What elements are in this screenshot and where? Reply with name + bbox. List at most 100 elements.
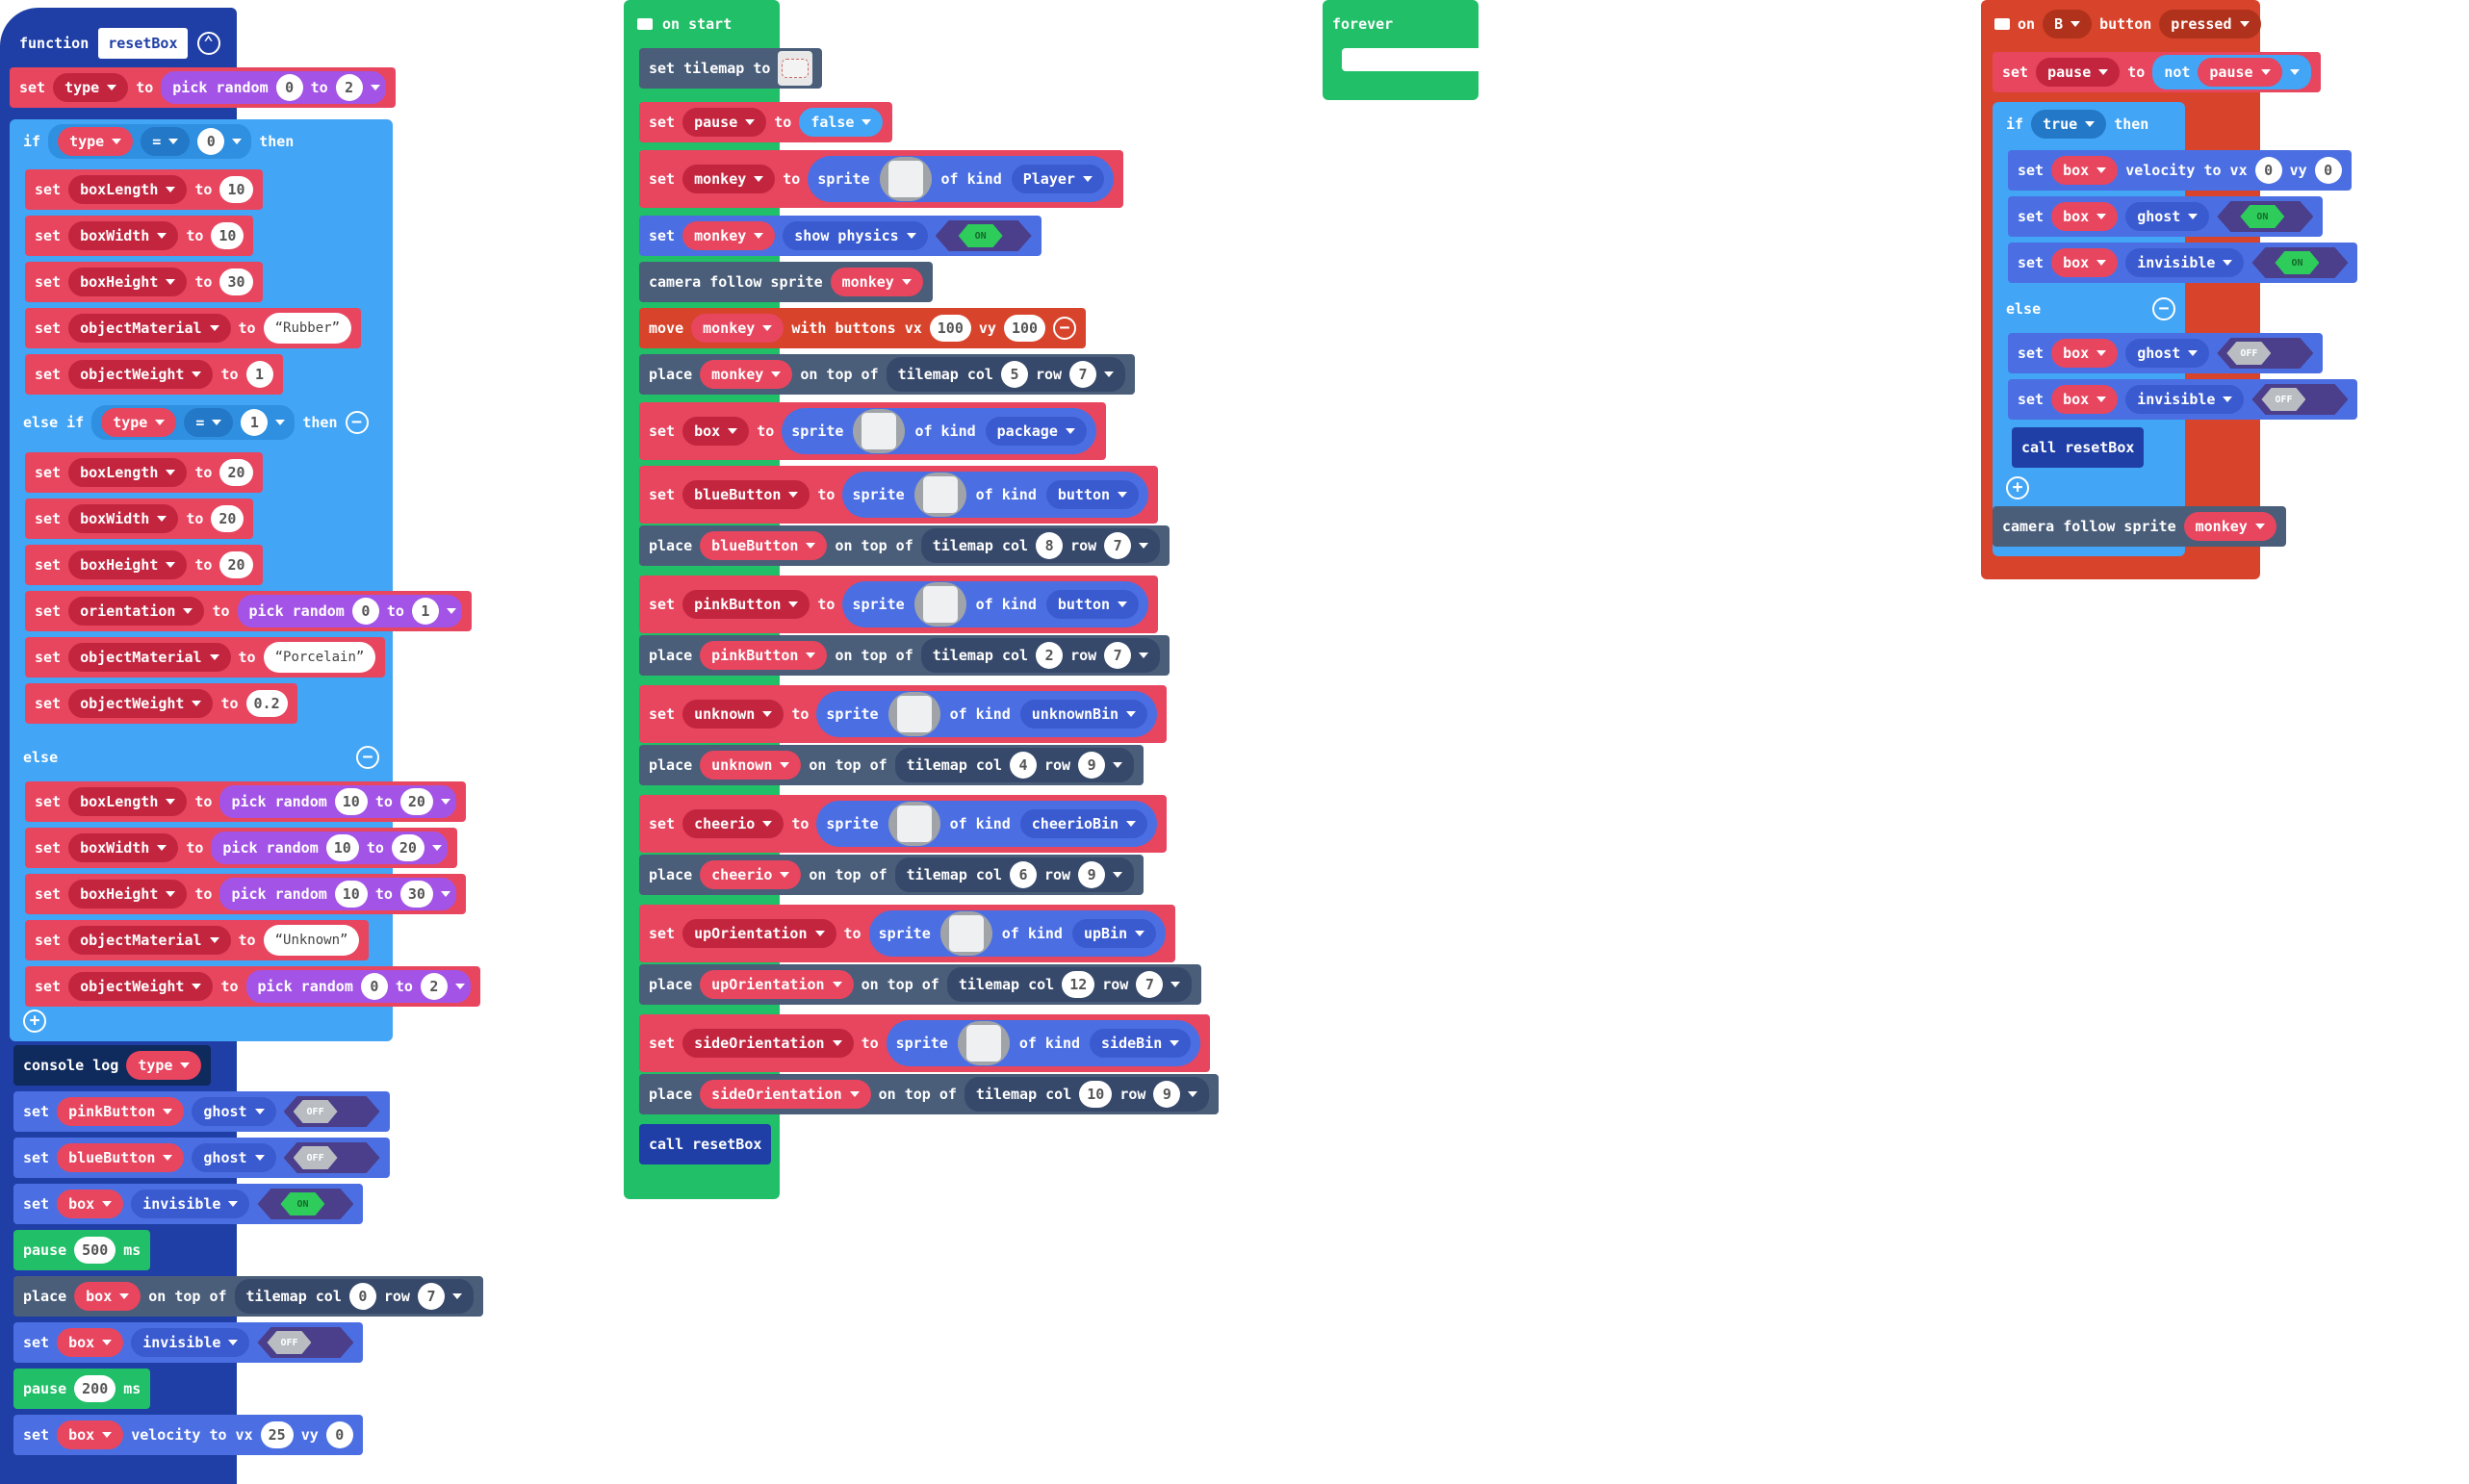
sprite-image-picker[interactable]	[913, 582, 966, 627]
variable-dropdown[interactable]: pinkButton	[700, 641, 828, 670]
variable-dropdown[interactable]: boxLength	[68, 787, 188, 816]
number-input[interactable]: 25	[260, 1421, 294, 1448]
event-dropdown[interactable]: pressed	[2159, 10, 2261, 38]
number-input[interactable]: 7	[417, 1283, 445, 1310]
kind-dropdown[interactable]: cheerioBin	[1019, 809, 1148, 838]
kind-dropdown[interactable]: upBin	[1071, 919, 1157, 948]
set-ghost-block[interactable]: set pinkButton ghost OFF	[13, 1091, 390, 1132]
variable-dropdown[interactable]: boxWidth	[68, 221, 179, 250]
variable-dropdown[interactable]: box	[2051, 156, 2119, 185]
button-dropdown[interactable]: B	[2043, 10, 2093, 38]
variable-dropdown[interactable]: upOrientation	[682, 919, 836, 948]
number-input[interactable]: 7	[1104, 642, 1132, 669]
variable-dropdown[interactable]: box	[682, 417, 750, 446]
number-input[interactable]: 9	[1078, 752, 1106, 779]
variable-dropdown[interactable]: pinkButton	[57, 1097, 185, 1126]
number-input[interactable]: 0	[197, 128, 225, 155]
else-if-header[interactable]: else if type = 1 then −	[13, 402, 378, 443]
variable-dropdown[interactable]: monkey	[830, 268, 923, 296]
number-input[interactable]: 8	[1036, 532, 1064, 559]
string-input[interactable]: “Porcelain”	[263, 642, 376, 673]
set-variable-block[interactable]: set boxWidth to 20	[25, 499, 254, 539]
function-name-field[interactable]: resetBox	[98, 28, 188, 59]
variable-dropdown[interactable]: box	[57, 1420, 124, 1449]
property-dropdown[interactable]: invisible	[2125, 248, 2245, 277]
sprite-block[interactable]: sprite of kind upBin	[868, 910, 1167, 957]
pick-random-block[interactable]: pick random 10 to 30	[219, 878, 456, 910]
else-header[interactable]: else −	[1996, 289, 2185, 329]
kind-dropdown[interactable]: package	[985, 417, 1087, 446]
toggle-switch[interactable]: ON	[2217, 201, 2314, 232]
variable-dropdown[interactable]: box	[2051, 339, 2119, 368]
set-variable-block[interactable]: set boxWidth to pick random 10 to 20	[25, 828, 457, 868]
tilemap-location-block[interactable]: tilemap col 2 row 7	[920, 638, 1161, 673]
set-sprite-block[interactable]: set upOrientation to sprite of kind upBin	[639, 905, 1176, 962]
variable-dropdown[interactable]: boxHeight	[68, 550, 188, 579]
toggle-switch[interactable]: ON	[2251, 247, 2349, 278]
sprite-image-picker[interactable]	[939, 911, 992, 956]
number-input[interactable]: 7	[1069, 361, 1097, 388]
pick-random-block[interactable]: pick random 10 to 20	[211, 832, 448, 864]
number-input[interactable]: 20	[211, 505, 244, 532]
number-input[interactable]: 6	[1010, 861, 1037, 888]
variable-dropdown[interactable]: boxWidth	[68, 833, 179, 862]
number-input[interactable]: 20	[219, 459, 253, 486]
set-tilemap-block[interactable]: set tilemap to	[639, 48, 823, 89]
variable-dropdown[interactable]: upOrientation	[700, 970, 854, 999]
variable-dropdown[interactable]: boxHeight	[68, 880, 188, 908]
kind-dropdown[interactable]: unknownBin	[1019, 700, 1148, 729]
comparison-block[interactable]: type = 1	[91, 405, 296, 440]
pick-random-block[interactable]: pick random 0 to 1	[237, 595, 462, 627]
set-pause-not-block[interactable]: set pause to not pause	[1993, 52, 2321, 92]
number-input[interactable]: 0	[348, 1283, 376, 1310]
kind-dropdown[interactable]: Player	[1011, 165, 1104, 193]
set-variable-block[interactable]: set objectWeight to 1	[25, 354, 283, 395]
set-property-block[interactable]: set box invisible OFF	[2008, 379, 2358, 420]
variable-dropdown[interactable]: objectWeight	[68, 972, 214, 1001]
comment-icon[interactable]	[637, 18, 653, 30]
boolean-dropdown[interactable]: false	[799, 108, 884, 137]
set-variable-block[interactable]: set objectMaterial to “Rubber”	[25, 308, 362, 348]
sprite-block[interactable]: sprite of kind cheerioBin	[816, 801, 1158, 847]
set-variable-block[interactable]: set boxWidth to 10	[25, 216, 254, 256]
tilemap-location-block[interactable]: tilemap col 6 row 9	[894, 857, 1135, 892]
call-resetbox-block[interactable]: call resetBox	[2012, 427, 2145, 468]
variable-dropdown[interactable]: sideOrientation	[700, 1080, 871, 1109]
else-header[interactable]: else −	[13, 737, 389, 778]
place-on-tilemap-block[interactable]: place unknown on top of tilemap col 4 row 9	[639, 745, 1144, 785]
sprite-image-picker[interactable]	[853, 409, 906, 453]
tilemap-location-block[interactable]: tilemap col 0 row 7	[234, 1279, 474, 1314]
variable-dropdown[interactable]: orientation	[68, 597, 205, 626]
pick-random-block[interactable]: pick random 10 to 20	[219, 785, 456, 818]
function-header[interactable]: function resetBox ⌃	[10, 23, 230, 64]
number-input[interactable]: 0	[2314, 157, 2342, 184]
sprite-image-picker[interactable]	[879, 157, 932, 201]
set-variable-block[interactable]: set boxHeight to 20	[25, 545, 263, 585]
number-input[interactable]: 20	[399, 788, 433, 815]
set-variable-block[interactable]: set objectWeight to pick random 0 to 2	[25, 966, 480, 1007]
set-variable-block[interactable]: set boxHeight to 30	[25, 262, 263, 302]
property-dropdown[interactable]: ghost	[2125, 202, 2210, 231]
kind-dropdown[interactable]: sideBin	[1090, 1029, 1192, 1058]
set-sprite-block[interactable]: set blueButton to sprite of kind button	[639, 466, 1159, 524]
toggle-switch[interactable]: ON	[935, 220, 1032, 251]
sprite-block[interactable]: sprite of kind Player	[808, 156, 1114, 202]
call-resetbox-block[interactable]: call resetBox	[639, 1124, 772, 1164]
variable-dropdown[interactable]: objectMaterial	[68, 314, 231, 343]
variable-dropdown[interactable]: blueButton	[682, 480, 810, 509]
property-dropdown[interactable]: invisible	[2125, 385, 2245, 414]
remove-branch-icon[interactable]: −	[356, 746, 379, 769]
sprite-image-picker[interactable]	[957, 1021, 1010, 1065]
number-input[interactable]: 2	[335, 74, 363, 101]
property-dropdown[interactable]: invisible	[131, 1190, 250, 1218]
number-input[interactable]: 1	[411, 598, 439, 625]
number-input[interactable]: 20	[219, 551, 253, 578]
set-sprite-block[interactable]: set unknown to sprite of kind unknownBin	[639, 685, 1168, 743]
toggle-switch[interactable]: OFF	[257, 1327, 354, 1358]
duration-dropdown[interactable]: 200	[74, 1375, 116, 1402]
number-input[interactable]: 0	[360, 973, 388, 1000]
variable-dropdown[interactable]: pause	[2036, 58, 2121, 87]
pause-block[interactable]: pause 200 ms	[13, 1369, 151, 1409]
property-dropdown[interactable]: show physics	[783, 221, 928, 250]
place-on-tilemap-block[interactable]: place upOrientation on top of tilemap col 12…	[639, 964, 1202, 1005]
